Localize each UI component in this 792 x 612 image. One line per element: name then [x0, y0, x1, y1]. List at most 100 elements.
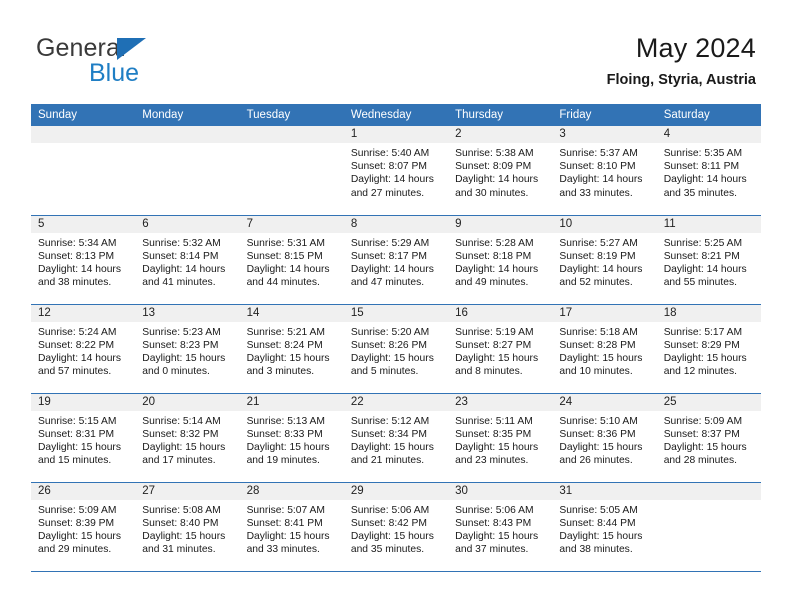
day-cell[interactable]: 24 Sunrise: 5:10 AM Sunset: 8:36 PM Dayl…	[552, 393, 657, 483]
day-cell[interactable]: 15 Sunrise: 5:20 AM Sunset: 8:26 PM Dayl…	[343, 304, 449, 394]
title-block: May 2024 Floing, Styria, Austria	[607, 32, 756, 90]
sunrise-line: Sunrise: 5:14 AM	[142, 415, 221, 427]
sunset-line: Sunset: 8:24 PM	[246, 339, 323, 351]
sunset-line: Sunset: 8:39 PM	[38, 517, 115, 529]
day-cell[interactable]: 25 Sunrise: 5:09 AM Sunset: 8:37 PM Dayl…	[656, 393, 761, 483]
day-details: Sunrise: 5:12 AM Sunset: 8:34 PM Dayligh…	[344, 411, 448, 468]
page-title: May 2024	[635, 33, 756, 63]
day-cell[interactable]: 14 Sunrise: 5:21 AM Sunset: 8:24 PM Dayl…	[239, 304, 344, 394]
day-cell[interactable]: 6 Sunrise: 5:32 AM Sunset: 8:14 PM Dayli…	[135, 215, 240, 305]
day-number: 24	[552, 393, 657, 411]
day-cell[interactable]: 9 Sunrise: 5:28 AM Sunset: 8:18 PM Dayli…	[448, 215, 553, 305]
daylight-line-2: and 19 minutes.	[246, 455, 320, 467]
day-cell[interactable]: 23 Sunrise: 5:11 AM Sunset: 8:35 PM Dayl…	[448, 393, 553, 483]
day-cell[interactable]: 26 Sunrise: 5:09 AM Sunset: 8:39 PM Dayl…	[31, 482, 136, 572]
daylight-line-1: Daylight: 15 hours	[350, 352, 434, 364]
daylight-line-1: Daylight: 15 hours	[142, 530, 226, 542]
daylight-line-1: Daylight: 14 hours	[663, 174, 747, 186]
sunset-line: Sunset: 8:27 PM	[455, 339, 532, 351]
daylight-line-1: Daylight: 15 hours	[38, 441, 121, 453]
sunrise-line: Sunrise: 5:13 AM	[246, 415, 325, 427]
logo-word-general: General	[36, 34, 126, 62]
daylight-line-1: Daylight: 15 hours	[142, 441, 226, 453]
day-cell[interactable]: 11 Sunrise: 5:25 AM Sunset: 8:21 PM Dayl…	[656, 215, 761, 305]
day-cell[interactable]: 28 Sunrise: 5:07 AM Sunset: 8:41 PM Dayl…	[239, 482, 344, 572]
day-cell[interactable]: 17 Sunrise: 5:18 AM Sunset: 8:28 PM Dayl…	[552, 304, 657, 394]
sunset-line: Sunset: 8:29 PM	[663, 339, 740, 351]
day-details	[135, 143, 239, 147]
daylight-line-1: Daylight: 15 hours	[246, 441, 330, 453]
calendar-table: Sunday Monday Tuesday Wednesday Thursday…	[31, 104, 761, 572]
sunrise-line: Sunrise: 5:20 AM	[350, 326, 430, 338]
daylight-line-2: and 29 minutes.	[38, 544, 112, 556]
sunset-line: Sunset: 8:41 PM	[246, 517, 323, 529]
day-cell[interactable]: 20 Sunrise: 5:14 AM Sunset: 8:32 PM Dayl…	[135, 393, 240, 483]
day-number: 21	[239, 393, 344, 411]
general-blue-logo[interactable]: General Blue	[36, 34, 256, 90]
daylight-line-1: Daylight: 14 hours	[455, 263, 539, 275]
day-details: Sunrise: 5:15 AM Sunset: 8:31 PM Dayligh…	[31, 411, 135, 468]
day-details: Sunrise: 5:34 AM Sunset: 8:13 PM Dayligh…	[31, 233, 135, 290]
day-details: Sunrise: 5:21 AM Sunset: 8:24 PM Dayligh…	[240, 322, 344, 379]
day-number: 2	[448, 126, 553, 143]
sunrise-line: Sunrise: 5:31 AM	[246, 237, 325, 249]
calendar-page: General Blue May 2024 Floing, Styria, Au…	[0, 0, 792, 612]
day-cell[interactable]: 2 Sunrise: 5:38 AM Sunset: 8:09 PM Dayli…	[448, 126, 553, 216]
day-details: Sunrise: 5:09 AM Sunset: 8:39 PM Dayligh…	[31, 500, 135, 557]
sunset-line: Sunset: 8:40 PM	[142, 517, 219, 529]
day-cell[interactable]	[31, 126, 136, 216]
day-details: Sunrise: 5:17 AM Sunset: 8:29 PM Dayligh…	[657, 322, 761, 379]
day-cell[interactable]: 29 Sunrise: 5:06 AM Sunset: 8:42 PM Dayl…	[343, 482, 449, 572]
day-details: Sunrise: 5:06 AM Sunset: 8:43 PM Dayligh…	[448, 500, 552, 557]
day-cell[interactable]: 12 Sunrise: 5:24 AM Sunset: 8:22 PM Dayl…	[31, 304, 136, 394]
day-cell[interactable]: 1 Sunrise: 5:40 AM Sunset: 8:07 PM Dayli…	[343, 126, 449, 216]
day-cell[interactable]: 7 Sunrise: 5:31 AM Sunset: 8:15 PM Dayli…	[239, 215, 344, 305]
daylight-line-1: Daylight: 14 hours	[559, 263, 643, 275]
day-details: Sunrise: 5:28 AM Sunset: 8:18 PM Dayligh…	[448, 233, 552, 290]
day-cell[interactable]: 5 Sunrise: 5:34 AM Sunset: 8:13 PM Dayli…	[31, 215, 136, 305]
day-cell[interactable]: 30 Sunrise: 5:06 AM Sunset: 8:43 PM Dayl…	[448, 482, 553, 572]
weekday-header-saturday: Saturday	[656, 104, 761, 126]
sunrise-line: Sunrise: 5:38 AM	[455, 148, 534, 159]
day-cell[interactable]: 10 Sunrise: 5:27 AM Sunset: 8:19 PM Dayl…	[552, 215, 657, 305]
sunset-line: Sunset: 8:09 PM	[455, 161, 532, 173]
weekday-header-friday: Friday	[552, 104, 657, 126]
day-details: Sunrise: 5:18 AM Sunset: 8:28 PM Dayligh…	[552, 322, 656, 379]
day-number: 6	[135, 215, 240, 233]
sunset-line: Sunset: 8:18 PM	[455, 250, 532, 262]
day-cell[interactable]: 31 Sunrise: 5:05 AM Sunset: 8:44 PM Dayl…	[552, 482, 657, 572]
day-number: 1	[343, 126, 449, 143]
daylight-line-2: and 38 minutes.	[38, 277, 112, 289]
day-number: 27	[135, 482, 240, 500]
day-cell[interactable]: 21 Sunrise: 5:13 AM Sunset: 8:33 PM Dayl…	[239, 393, 344, 483]
daylight-line-2: and 27 minutes.	[350, 187, 425, 199]
day-number	[31, 126, 136, 143]
daylight-line-2: and 21 minutes.	[350, 455, 425, 467]
day-cell[interactable]: 27 Sunrise: 5:08 AM Sunset: 8:40 PM Dayl…	[135, 482, 240, 572]
day-cell[interactable]	[656, 482, 761, 572]
day-details: Sunrise: 5:09 AM Sunset: 8:37 PM Dayligh…	[657, 411, 761, 468]
day-cell[interactable]: 13 Sunrise: 5:23 AM Sunset: 8:23 PM Dayl…	[135, 304, 240, 394]
day-number: 12	[31, 304, 136, 322]
page-header: General Blue May 2024 Floing, Styria, Au…	[0, 0, 792, 104]
day-cell[interactable]: 3 Sunrise: 5:37 AM Sunset: 8:10 PM Dayli…	[552, 126, 657, 216]
day-cell[interactable]: 22 Sunrise: 5:12 AM Sunset: 8:34 PM Dayl…	[343, 393, 449, 483]
sunrise-line: Sunrise: 5:29 AM	[350, 237, 430, 249]
day-number: 7	[239, 215, 344, 233]
daylight-line-2: and 12 minutes.	[663, 366, 737, 378]
sunset-line: Sunset: 8:35 PM	[455, 428, 532, 440]
page-subtitle: Floing, Styria, Austria	[606, 72, 756, 88]
sunrise-line: Sunrise: 5:12 AM	[350, 415, 430, 427]
day-cell[interactable]: 8 Sunrise: 5:29 AM Sunset: 8:17 PM Dayli…	[343, 215, 449, 305]
daylight-line-1: Daylight: 15 hours	[559, 530, 643, 542]
day-details: Sunrise: 5:05 AM Sunset: 8:44 PM Dayligh…	[552, 500, 656, 557]
day-cell[interactable]	[135, 126, 240, 216]
day-cell[interactable]: 4 Sunrise: 5:35 AM Sunset: 8:11 PM Dayli…	[656, 126, 761, 216]
day-cell[interactable]: 19 Sunrise: 5:15 AM Sunset: 8:31 PM Dayl…	[31, 393, 136, 483]
day-number	[135, 126, 240, 143]
day-details: Sunrise: 5:10 AM Sunset: 8:36 PM Dayligh…	[552, 411, 656, 468]
day-cell[interactable]	[239, 126, 344, 216]
day-details: Sunrise: 5:31 AM Sunset: 8:15 PM Dayligh…	[240, 233, 344, 290]
day-cell[interactable]: 18 Sunrise: 5:17 AM Sunset: 8:29 PM Dayl…	[656, 304, 761, 394]
day-cell[interactable]: 16 Sunrise: 5:19 AM Sunset: 8:27 PM Dayl…	[448, 304, 553, 394]
